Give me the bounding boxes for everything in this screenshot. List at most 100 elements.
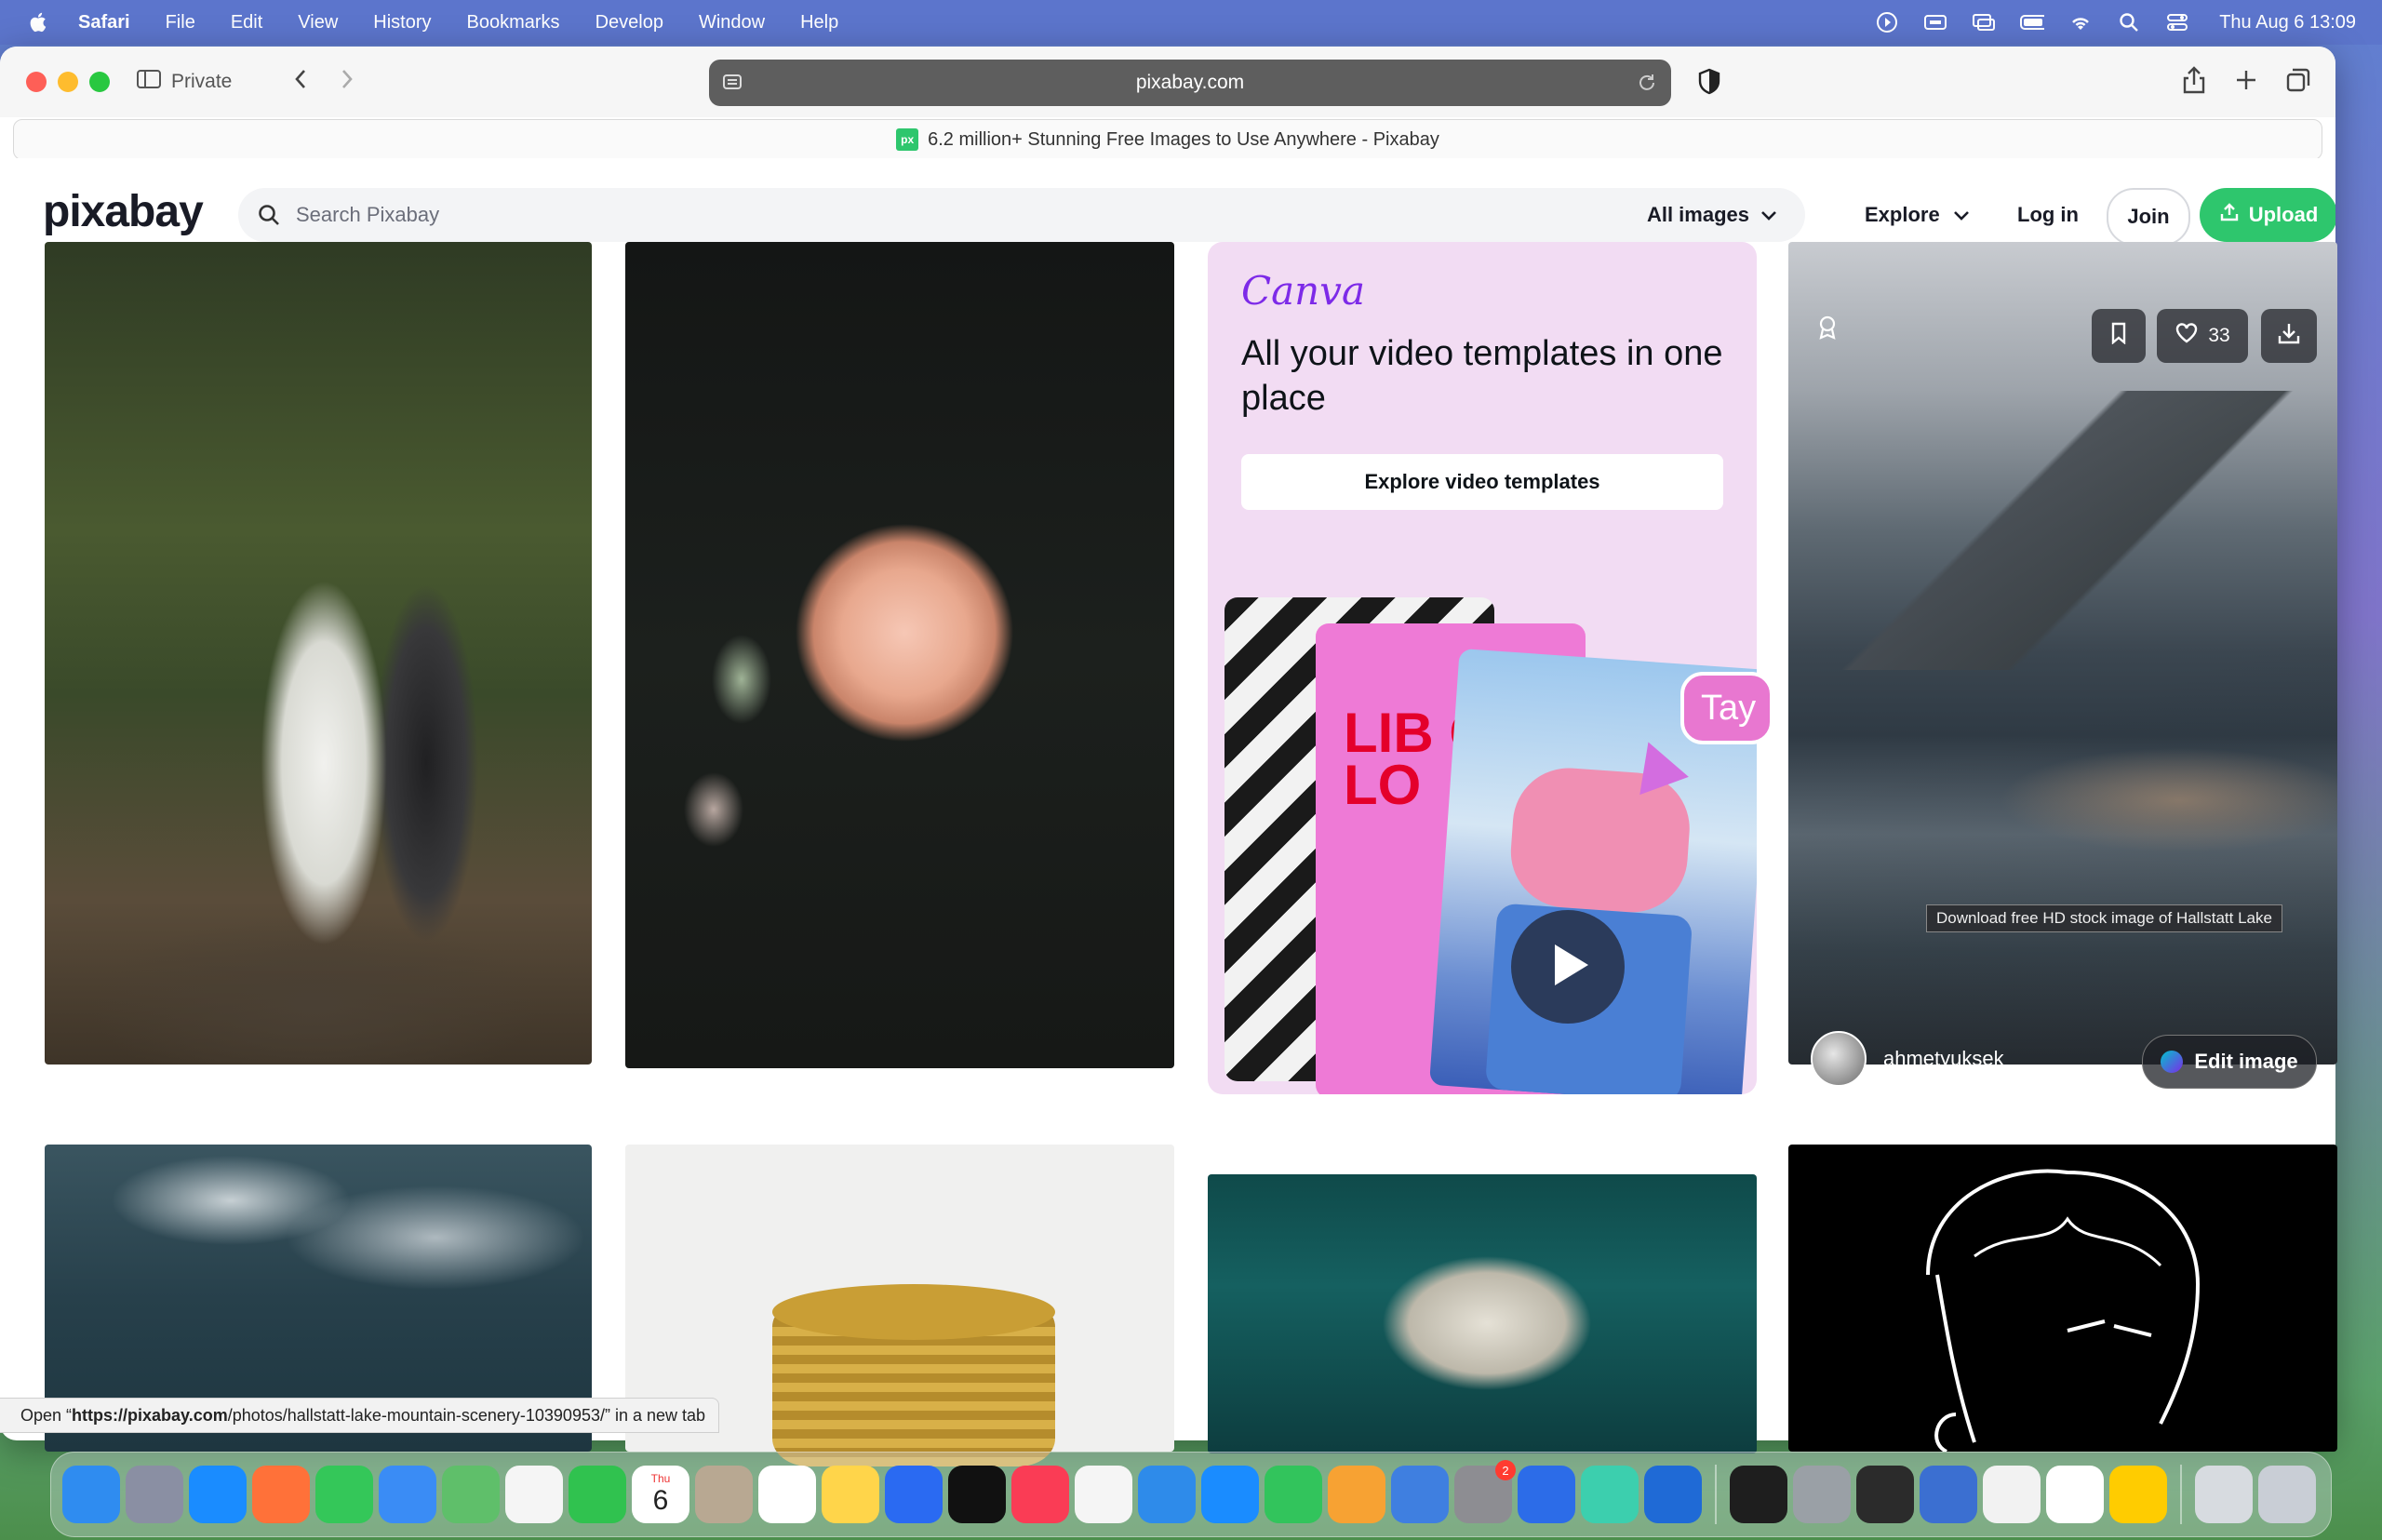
reload-icon[interactable] <box>1636 72 1658 100</box>
close-window-button[interactable] <box>26 72 47 92</box>
menu-bar: Safari File Edit View History Bookmarks … <box>0 0 2382 45</box>
zoom-window-button[interactable] <box>89 72 110 92</box>
dock-finder-icon[interactable] <box>62 1466 120 1523</box>
apple-menu-icon[interactable] <box>28 10 50 34</box>
dock-news-icon[interactable] <box>1075 1466 1132 1523</box>
menu-history[interactable]: History <box>373 12 431 33</box>
photo-pink-rose[interactable] <box>625 242 1174 1068</box>
back-button[interactable] <box>279 61 322 100</box>
dock-music-icon[interactable] <box>1011 1466 1069 1523</box>
dock-chrome-icon[interactable] <box>1983 1466 2041 1523</box>
dock-disk-utility-icon[interactable] <box>1920 1466 1977 1523</box>
private-label: Private <box>171 71 233 92</box>
menu-help[interactable]: Help <box>800 12 838 33</box>
forward-button[interactable] <box>326 61 368 100</box>
page-menu-icon[interactable] <box>722 73 743 99</box>
dock-tv-icon[interactable] <box>948 1466 1006 1523</box>
battery-icon[interactable] <box>2020 13 2045 32</box>
upload-icon <box>2219 202 2240 228</box>
dock-pages-icon[interactable] <box>1328 1466 1385 1523</box>
search-input[interactable] <box>294 202 1507 228</box>
dock-terminal-icon[interactable] <box>1730 1466 1787 1523</box>
photo-polar-bear[interactable] <box>1208 1174 1757 1453</box>
dock-notes-icon[interactable] <box>822 1466 879 1523</box>
sidebar-toggle-button[interactable]: Private <box>136 65 232 99</box>
play-icon[interactable] <box>1875 12 1899 33</box>
dock-window-thumb-1-icon[interactable] <box>1793 1466 1851 1523</box>
pixabay-logo[interactable]: pixabay <box>43 186 204 237</box>
model-jacket <box>1506 764 1693 917</box>
dock-sheet-icon[interactable] <box>2046 1466 2104 1523</box>
tab-title[interactable]: 6.2 million+ Stunning Free Images to Use… <box>928 129 1439 151</box>
dock-scriptable-icon[interactable] <box>1581 1466 1639 1523</box>
dock-tips-icon[interactable] <box>2109 1466 2167 1523</box>
photo-anime-sketch[interactable] <box>1788 1145 2337 1452</box>
tab-overview-icon[interactable] <box>2282 61 2315 99</box>
edit-image-button[interactable]: Edit image <box>2142 1035 2317 1089</box>
new-tab-icon[interactable] <box>2229 61 2263 99</box>
minimize-window-button[interactable] <box>58 72 78 92</box>
dock-reminders-icon[interactable] <box>758 1466 816 1523</box>
dock-downloads-stack-icon[interactable] <box>2195 1466 2253 1523</box>
menu-view[interactable]: View <box>298 12 338 33</box>
control-center-icon[interactable] <box>2165 13 2189 32</box>
spotlight-icon[interactable] <box>2117 13 2141 32</box>
screen-mirroring-icon[interactable] <box>1972 13 1996 32</box>
dock-photos-icon[interactable] <box>505 1466 563 1523</box>
wifi-icon[interactable] <box>2068 13 2093 32</box>
menu-clock[interactable]: Thu Aug 6 13:09 <box>2219 12 2356 33</box>
chevron-right-icon <box>340 68 355 95</box>
upload-button[interactable]: Upload <box>2200 188 2335 242</box>
browser-toolbar: Private pixabay.com <box>0 47 2335 117</box>
keyboard-icon[interactable] <box>1923 13 1947 32</box>
dock-messages-icon[interactable] <box>315 1466 373 1523</box>
author-link[interactable]: ahmetyuksek <box>1811 1031 2004 1087</box>
dock-calendar-icon[interactable]: Thu 6 <box>632 1466 689 1523</box>
join-button[interactable]: Join <box>2107 188 2190 246</box>
dock-remote-desktop-icon[interactable] <box>1644 1466 1702 1523</box>
menu-window[interactable]: Window <box>699 12 765 33</box>
play-button[interactable] <box>1511 910 1625 1024</box>
canva-logo: Canva <box>1241 268 1365 314</box>
like-button[interactable]: 33 <box>2157 309 2248 363</box>
dock-launchpad-icon[interactable] <box>126 1466 183 1523</box>
dock-contacts-icon[interactable] <box>695 1466 753 1523</box>
menu-edit[interactable]: Edit <box>231 12 262 33</box>
bookmark-button[interactable] <box>2092 309 2146 363</box>
photo-wedding-couple[interactable] <box>45 242 592 1065</box>
privacy-shield-icon[interactable] <box>1695 67 1723 101</box>
dock-numbers-icon[interactable] <box>1265 1466 1322 1523</box>
address-bar[interactable]: pixabay.com <box>709 60 1671 106</box>
bookmark-icon <box>2110 322 2127 350</box>
dock-firefox-icon[interactable] <box>252 1466 310 1523</box>
dock-safari-icon[interactable] <box>189 1466 247 1523</box>
dock-xcode-helper-icon[interactable] <box>1391 1466 1449 1523</box>
login-link[interactable]: Log in <box>2017 188 2079 242</box>
dock-mail-icon[interactable] <box>379 1466 436 1523</box>
dock-activity-monitor-icon[interactable] <box>1856 1466 1914 1523</box>
explore-video-templates-button[interactable]: Explore video templates <box>1241 454 1723 510</box>
dock-app-store-icon[interactable] <box>1201 1466 1259 1523</box>
menu-develop[interactable]: Develop <box>596 12 663 33</box>
tab-bar[interactable]: px 6.2 million+ Stunning Free Images to … <box>13 119 2322 160</box>
media-type-label: All images <box>1646 203 1749 226</box>
dock-keynote-icon[interactable] <box>1138 1466 1196 1523</box>
share-icon[interactable] <box>2177 61 2211 99</box>
canva-ad[interactable]: Canva All your video templates in one pl… <box>1208 242 1757 1094</box>
sidebar-icon <box>136 68 162 96</box>
explore-menu[interactable]: Explore <box>1865 188 1970 242</box>
download-button[interactable] <box>2261 309 2317 363</box>
menu-file[interactable]: File <box>166 12 195 33</box>
dock-system-settings-icon[interactable]: 2 <box>1454 1460 1516 1523</box>
menu-bookmarks[interactable]: Bookmarks <box>467 12 560 33</box>
calendar-weekday: Thu <box>650 1472 671 1485</box>
dock-facetime-icon[interactable] <box>569 1466 626 1523</box>
search-icon <box>255 201 283 229</box>
dock-maps-icon[interactable] <box>442 1466 500 1523</box>
dock-freeform-icon[interactable] <box>885 1466 943 1523</box>
menu-app-name[interactable]: Safari <box>78 12 130 33</box>
dock-trash-icon[interactable] <box>2258 1466 2316 1523</box>
media-type-dropdown[interactable]: All images <box>1647 188 1777 242</box>
dock-iphone-mirroring-icon[interactable] <box>1518 1466 1575 1523</box>
search-bar: All images <box>238 188 1805 242</box>
